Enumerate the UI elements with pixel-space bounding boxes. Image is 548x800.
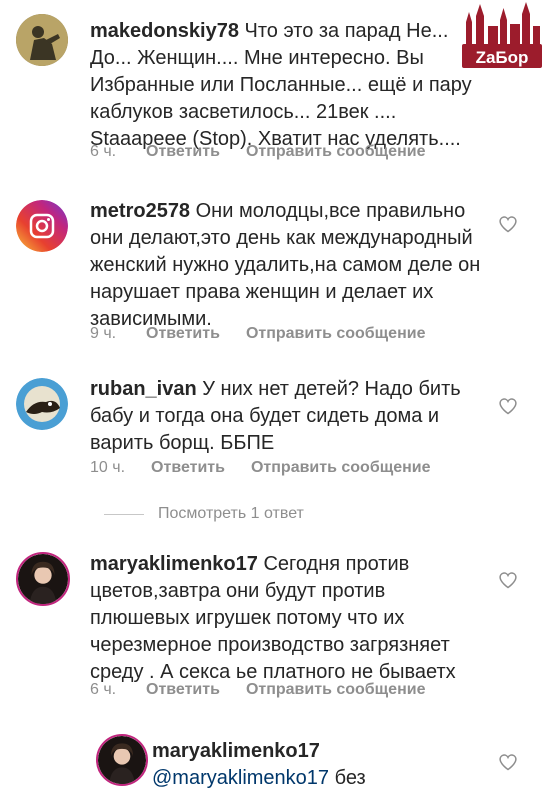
comment-username[interactable]: maryaklimenko17 bbox=[90, 553, 258, 575]
reply-button[interactable]: Ответить bbox=[146, 143, 220, 161]
send-message-button[interactable]: Отправить сообщение bbox=[246, 325, 426, 343]
mention-link[interactable]: @maryaklimenko17 bbox=[152, 767, 329, 789]
like-heart-icon[interactable] bbox=[498, 570, 518, 590]
comment-text: metro2578 Они молодцы,все правильно они … bbox=[90, 198, 488, 333]
avatar[interactable] bbox=[16, 200, 68, 252]
comment-username[interactable]: ruban_ivan bbox=[90, 378, 197, 400]
comment-meta: 9 ч. Ответить Отправить сообщение bbox=[90, 325, 425, 343]
comment-meta: 6 ч. Ответить Отправить сообщение bbox=[90, 681, 425, 699]
comment-text: ruban_ivan У них нет детей? Надо бить ба… bbox=[90, 376, 488, 457]
send-message-button[interactable]: Отправить сообщение bbox=[251, 459, 431, 477]
like-heart-icon[interactable] bbox=[498, 752, 518, 772]
comment-text: makedonskiy78 Что это за парад Не... До.… bbox=[90, 18, 488, 153]
send-message-button[interactable]: Отправить сообщение bbox=[246, 681, 426, 699]
comment-time: 9 ч. bbox=[90, 325, 117, 342]
comment-body: без bbox=[329, 767, 366, 789]
like-heart-icon[interactable] bbox=[498, 214, 518, 234]
avatar[interactable] bbox=[96, 734, 148, 786]
comment-time: 6 ч. bbox=[90, 143, 117, 160]
comment-time: 10 ч. bbox=[90, 459, 126, 476]
reply-button[interactable]: Ответить bbox=[151, 459, 225, 477]
reply-button[interactable]: Ответить bbox=[146, 681, 220, 699]
comment-username[interactable]: maryaklimenko17 bbox=[152, 740, 320, 762]
comment-text: maryaklimenko17 @maryaklimenko17 без bbox=[152, 738, 488, 792]
comment-username[interactable]: metro2578 bbox=[90, 200, 190, 222]
comment-meta: 10 ч. Ответить Отправить сообщение bbox=[90, 459, 431, 477]
avatar[interactable] bbox=[16, 14, 68, 66]
like-heart-icon[interactable] bbox=[498, 396, 518, 416]
view-replies-button[interactable]: Посмотреть 1 ответ bbox=[104, 505, 304, 523]
comment-text: maryaklimenko17 Сегодня против цветов,за… bbox=[90, 551, 488, 686]
comment-username[interactable]: makedonskiy78 bbox=[90, 20, 239, 42]
reply-button[interactable]: Ответить bbox=[146, 325, 220, 343]
avatar[interactable] bbox=[16, 378, 68, 430]
view-replies-label: Посмотреть 1 ответ bbox=[158, 505, 304, 522]
divider-line bbox=[104, 513, 144, 515]
avatar[interactable] bbox=[16, 552, 70, 606]
send-message-button[interactable]: Отправить сообщение bbox=[246, 143, 426, 161]
comment-time: 6 ч. bbox=[90, 681, 117, 698]
comment-meta: 6 ч. Ответить Отправить сообщение bbox=[90, 143, 425, 161]
